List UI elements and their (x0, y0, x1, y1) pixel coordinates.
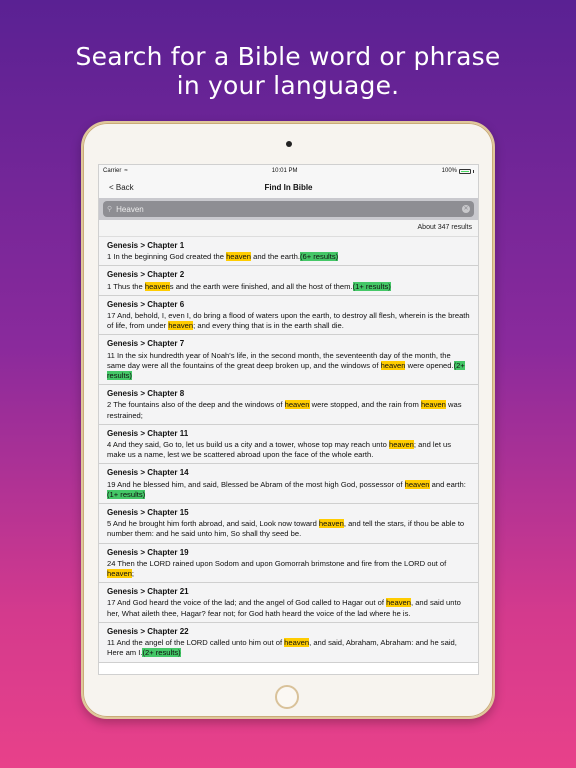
result-title: Genesis > Chapter 1 (107, 241, 185, 250)
result-title: Genesis > Chapter 8 (107, 389, 185, 399)
battery-percent: 100% (441, 168, 457, 174)
result-verse: 5 And he brought him forth abroad, and s… (107, 519, 470, 539)
result-title: Genesis > Chapter 6 (107, 299, 185, 309)
result-verse: 11 And the angel of the LORD called unto… (107, 638, 470, 658)
tablet-frame: Carrier ≈ 10:01 PM 100% < Back Find In B… (81, 121, 495, 719)
camera-dot (286, 141, 292, 147)
highlighted-term: heaven (284, 638, 310, 648)
result-item[interactable]: Genesis > Chapter 7 11 In the six hundred… (99, 335, 478, 386)
result-title: Genesis > Chapter 15 (107, 508, 189, 518)
result-title: Genesis > Chapter 14 (107, 468, 189, 478)
highlighted-term: heaven (420, 400, 446, 410)
highlighted-term: heaven (168, 321, 194, 331)
result-title: Genesis > Chapter 11 (107, 428, 189, 438)
verse-text: ; and every thing that is in the earth s… (193, 321, 344, 331)
verse-text: were opened. (405, 360, 454, 370)
result-verse: 24 Then the LORD rained upon Sodom and u… (107, 559, 470, 579)
verse-text: 4 And they said, Go to, let us build us … (107, 440, 389, 450)
status-time: 10:01 PM (271, 168, 298, 174)
headline-line-2: in your language. (176, 71, 400, 100)
wifi-icon: ≈ (124, 168, 128, 174)
verse-text: s and the earth were finished, and all t… (169, 281, 353, 291)
highlighted-term: heaven (284, 400, 310, 410)
highlighted-term: heaven (144, 281, 170, 291)
result-list: Genesis > Chapter 1 1 In the beginning Go… (99, 237, 478, 663)
app-screen: Carrier ≈ 10:01 PM 100% < Back Find In B… (98, 164, 479, 675)
clear-icon[interactable]: ✕ (462, 205, 470, 213)
search-input[interactable] (116, 204, 462, 214)
highlighted-term: heaven (404, 479, 430, 489)
result-verse: 11 In the six hundredth year of Noah's l… (107, 351, 470, 382)
result-item[interactable]: Genesis > Chapter 21 17 And God heard the… (99, 583, 478, 623)
result-count-badge: (6+ results) (299, 252, 339, 262)
highlighted-term: heaven (380, 360, 406, 370)
headline-line-1: Search for a Bible word or phrase (75, 42, 501, 71)
result-title: Genesis > Chapter 22 (107, 626, 189, 636)
promo-headline: Search for a Bible word or phrase in you… (0, 42, 576, 100)
result-item[interactable]: Genesis > Chapter 14 19 And he blessed hi… (99, 464, 478, 505)
highlighted-term: heaven (386, 598, 411, 608)
carrier-label: Carrier (103, 168, 122, 174)
back-button[interactable]: < Back (109, 183, 134, 192)
page-title: Find In Bible (264, 183, 313, 192)
verse-text: and the earth. (250, 252, 300, 262)
verse-text: 11 And the angel of the LORD called unto… (107, 638, 285, 648)
result-verse: 4 And they said, Go to, let us build us … (107, 440, 470, 460)
result-item[interactable]: Genesis > Chapter 82 The fountains also … (99, 385, 478, 425)
navigation-bar: < Back Find In Bible (99, 177, 478, 198)
highlighted-term: heaven (388, 440, 414, 450)
result-title: Genesis > Chapter 21 (107, 587, 189, 597)
home-button[interactable] (275, 685, 299, 709)
battery-tip (473, 169, 474, 173)
highlighted-term: heaven (318, 519, 344, 529)
result-title: Genesis > Chapter 19 (107, 547, 189, 557)
result-item[interactable]: Genesis > Chapter 21 Thus the heavens an… (99, 266, 478, 296)
battery-icon (459, 168, 471, 174)
result-verse: 1 Thus the heavens and the earth were fi… (107, 281, 470, 292)
result-item[interactable]: Genesis > Chapter 6 17 And, behold, I, ev… (99, 295, 478, 336)
result-item[interactable]: Genesis > Chapter 1 1 In the beginning Go… (99, 237, 478, 267)
verse-text: ; (131, 569, 135, 579)
highlighted-term: heaven (226, 252, 251, 262)
results-count: About 347 results (99, 220, 478, 237)
search-field[interactable]: ⚲ ✕ (103, 201, 474, 217)
result-verse: 1 In the beginning God created the heave… (107, 252, 470, 262)
result-item[interactable]: Genesis > Chapter 11 4 And they said, Go … (99, 424, 478, 465)
status-bar: Carrier ≈ 10:01 PM 100% (99, 165, 478, 177)
result-item[interactable]: Genesis > Chapter 19 24 Then the LORD rai… (99, 543, 478, 584)
result-count-badge: (2+ results) (142, 648, 181, 658)
verse-text: were stopped, and the rain from (309, 400, 421, 410)
search-bar: ⚲ ✕ (99, 198, 478, 220)
verse-text: 1 In the beginning God created the (107, 252, 227, 262)
result-count-badge: (1+ results) (352, 281, 391, 291)
verse-text: 1 Thus the (107, 281, 145, 291)
result-title: Genesis > Chapter 7 (107, 339, 185, 349)
result-verse: 17 And God heard the voice of the lad; a… (107, 598, 470, 618)
search-icon: ⚲ (107, 206, 113, 213)
result-item[interactable]: Genesis > Chapter 22 11 And the angel of … (99, 622, 478, 663)
result-verse: 17 And, behold, I, even I, do bring a fl… (107, 311, 470, 331)
verse-text: 5 And he brought him forth abroad, and s… (107, 519, 319, 529)
result-verse: 19 And he blessed him, and said, Blessed… (107, 479, 470, 500)
result-title: Genesis > Chapter 2 (107, 270, 185, 280)
verse-text: 17 And God heard the voice of the lad; a… (107, 598, 387, 608)
verse-text: 24 Then the LORD rained upon Sodom and u… (107, 558, 447, 568)
highlighted-term: heaven (107, 569, 132, 579)
verse-text: and earth: (429, 479, 466, 489)
verse-text: 2 The fountains also of the deep and the… (107, 400, 285, 410)
result-verse: 2 The fountains also of the deep and the… (107, 400, 470, 420)
verse-text: 19 And he blessed him, and said, Blessed… (107, 479, 405, 489)
result-item[interactable]: Genesis > Chapter 15 5 And he brought him… (99, 504, 478, 544)
result-count-badge: (1+ results) (107, 489, 146, 499)
